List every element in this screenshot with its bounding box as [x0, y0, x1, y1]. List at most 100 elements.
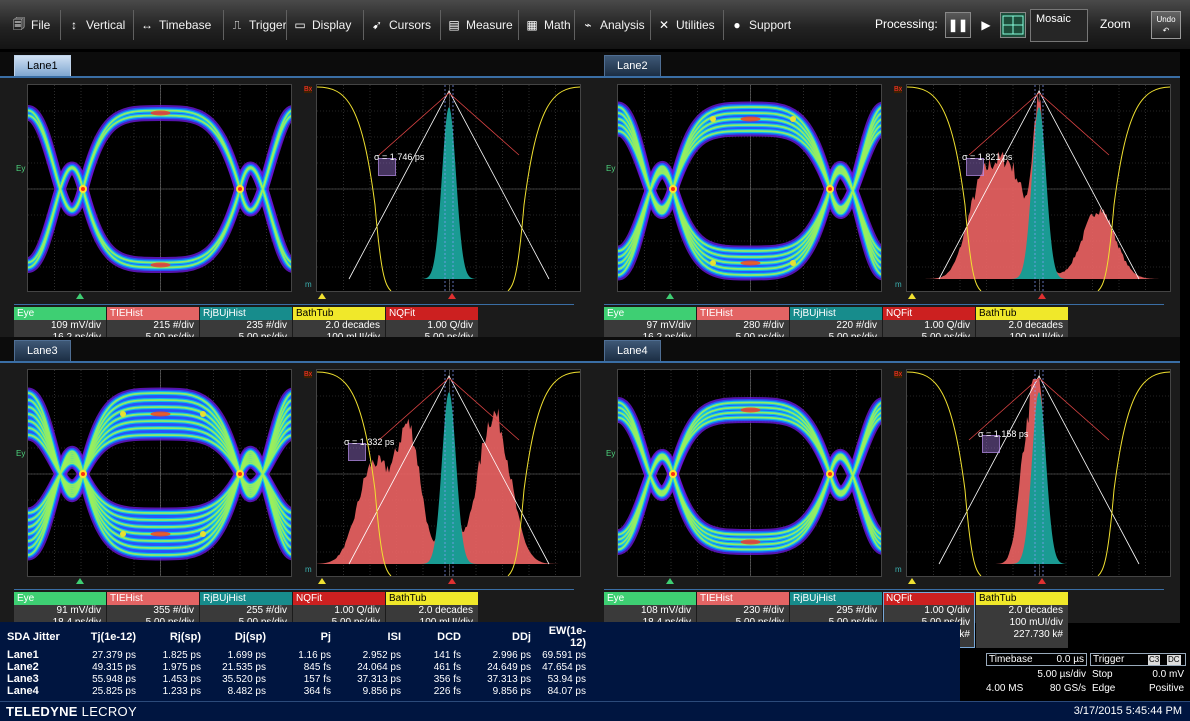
lane-panel-2: Lane2 Ey Bx m σ = 1.821 ps Eye97 mV/div16.2 p… — [590, 52, 1180, 363]
jitter-cell: Lane2 — [7, 661, 39, 673]
tab-lane-2[interactable]: Lane2 — [604, 55, 661, 76]
jitter-histogram[interactable] — [316, 84, 581, 292]
mosaic-grid-icon — [1002, 15, 1024, 35]
jitter-cell: 24.649 ps — [487, 661, 531, 673]
lane-tabstrip: Lane4 — [590, 337, 1180, 363]
eye-diagram[interactable] — [27, 84, 292, 292]
undo-icon: ↶ — [1162, 26, 1170, 35]
menu-timebase[interactable]: ↔ Timebase — [140, 15, 211, 35]
menu-label: File — [31, 18, 51, 32]
grid-layout-button[interactable] — [1000, 12, 1026, 38]
file-icon: 🗐 — [13, 16, 25, 31]
utilities-icon: ✕ — [658, 18, 670, 32]
param-value: 1.00 Q/div — [924, 320, 970, 331]
param-title: TIEHist — [107, 307, 199, 320]
jitter-histogram[interactable] — [906, 369, 1171, 577]
trigger-coupling-badge: DC — [1167, 655, 1181, 665]
cursors-icon: ➹ — [371, 18, 383, 32]
menu-separator — [650, 10, 651, 40]
tab-lane-4[interactable]: Lane4 — [604, 340, 661, 361]
processing-label: Processing: — [875, 17, 938, 31]
jitter-cell: 53.94 ps — [547, 673, 586, 685]
bathtub-channel-label: Bx — [304, 86, 313, 93]
jitter-cell: 845 fs — [303, 661, 331, 673]
param-title: BathTub — [293, 307, 385, 320]
param-value: 2.0 decades — [1008, 320, 1064, 331]
menu-label: Utilities — [676, 18, 715, 32]
menu-display[interactable]: ▭ Display — [293, 15, 351, 35]
histogram-plot — [317, 370, 580, 576]
jitter-cell: 24.064 ps — [357, 661, 401, 673]
menu-label: Measure — [466, 18, 513, 32]
jitter-cell: 27.379 ps — [92, 649, 136, 661]
display-mode-select[interactable]: Mosaic — [1030, 9, 1088, 42]
jitter-cell: 356 fs — [433, 673, 461, 685]
jitter-cell: 2.996 ps — [492, 649, 531, 661]
bathtub-marker — [318, 293, 326, 299]
jitter-cell: 1.233 ps — [162, 685, 201, 697]
trigger-type: Edge — [1092, 683, 1116, 694]
param-value: 220 #/div — [836, 320, 877, 331]
jitter-col-header: DCD — [437, 631, 461, 643]
tab-lane-3[interactable]: Lane3 — [14, 340, 71, 361]
zoom-label: Zoom — [1100, 17, 1131, 31]
param-title: NQFit — [293, 592, 385, 605]
jitter-histogram[interactable] — [316, 369, 581, 577]
menu-math[interactable]: ▦ Math — [525, 15, 570, 35]
param-value: 2.0 decades — [418, 605, 474, 616]
table-row: Lane1 27.379 ps 1.825 ps 1.699 ps 1.16 ps 2.9… — [4, 649, 589, 661]
eye-diagram-plot — [28, 370, 291, 576]
param-bathtub[interactable]: BathTub2.0 decades100 mUI/div227.730 k# — [976, 592, 1068, 648]
menu-measure[interactable]: ▤ Measure — [447, 15, 513, 35]
menu-trigger[interactable]: ⎍ Trigger — [230, 15, 287, 35]
eye-diagram[interactable] — [617, 369, 882, 577]
nqfit-channel-label: m — [305, 565, 312, 574]
brand-sub: LECROY — [81, 704, 137, 719]
param-value: 109 mV/div — [50, 320, 101, 331]
run-button[interactable]: ▶ — [973, 12, 999, 38]
pause-icon: ❚❚ — [947, 18, 969, 32]
jitter-histogram[interactable] — [906, 84, 1171, 292]
eye-diagram-plot — [618, 370, 881, 576]
play-icon: ▶ — [981, 18, 991, 32]
tab-lane-1[interactable]: Lane1 — [14, 55, 71, 76]
menu-separator — [223, 10, 224, 40]
menu-separator — [286, 10, 287, 40]
menu-separator — [574, 10, 575, 40]
undo-button[interactable]: Undo ↶ — [1151, 11, 1181, 39]
timebase-icon: ↔ — [141, 18, 153, 32]
histogram-plot — [317, 85, 580, 291]
trigger-slope: Positive — [1148, 683, 1184, 694]
eye-trigger-marker — [666, 293, 674, 299]
lane-parameter-row: Eye97 mV/div16.2 ps/div512.554 k#TIEHist… — [604, 307, 1069, 363]
param-title: Eye — [14, 592, 106, 605]
menu-vertical[interactable]: ↕ Vertical — [67, 15, 125, 35]
eye-channel-label: Ey — [606, 449, 616, 458]
acquisition-status[interactable]: Timebase 0.0 µs Trigger C3 DC 5.00 µs/di… — [986, 653, 1186, 699]
pause-button[interactable]: ❚❚ — [945, 12, 971, 38]
jitter-header-row: SDA Jitter Tj(1e-12) Rj(sp) Dj(sp) Pj ISI DCD D… — [4, 625, 589, 649]
menu-analysis[interactable]: ⌁ Analysis — [581, 15, 644, 35]
measure-icon: ▤ — [448, 18, 460, 32]
jitter-cell: 35.520 ps — [222, 673, 266, 685]
lane-divider — [604, 304, 1164, 305]
jitter-cell: 37.313 ps — [487, 673, 531, 685]
menu-file[interactable]: 🗐 File — [12, 15, 50, 35]
bathtub-channel-label: Bx — [304, 371, 313, 378]
param-value: 2.0 decades — [325, 320, 381, 331]
histogram-marker — [448, 578, 456, 584]
jitter-cell: Lane3 — [7, 673, 39, 685]
lane-tabstrip: Lane2 — [590, 52, 1180, 78]
menu-cursors[interactable]: ➹ Cursors — [370, 15, 431, 35]
eye-diagram[interactable] — [27, 369, 292, 577]
menu-utilities[interactable]: ✕ Utilities — [657, 15, 715, 35]
jitter-cell: 1.699 ps — [227, 649, 266, 661]
menu-support[interactable]: ● Support — [730, 15, 791, 35]
lane-parameter-row: Eye91 mV/div18.4 ps/div451.944 k#TIEHist… — [14, 592, 479, 648]
jitter-col-header: Dj(sp) — [234, 631, 266, 643]
menu-separator — [60, 10, 61, 40]
jitter-cell: 9.856 ps — [362, 685, 401, 697]
menu-label: Vertical — [86, 18, 126, 32]
eye-diagram[interactable] — [617, 84, 882, 292]
display-mode-value: Mosaic — [1036, 13, 1071, 25]
